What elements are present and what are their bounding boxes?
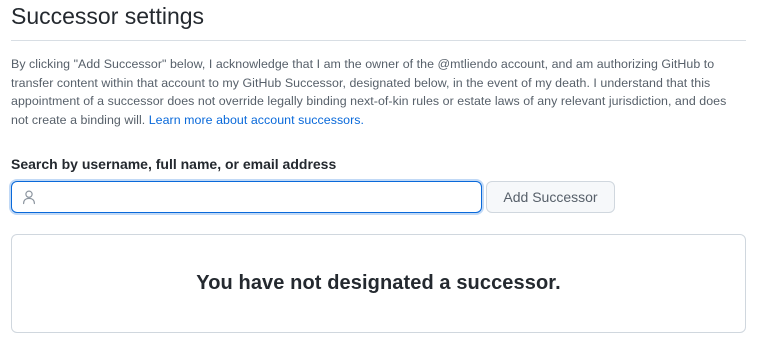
empty-state-message: You have not designated a successor.	[196, 272, 561, 294]
learn-more-link[interactable]: Learn more about account successors.	[149, 113, 364, 127]
page-title: Successor settings	[11, 0, 746, 41]
add-successor-button[interactable]: Add Successor	[486, 181, 615, 213]
search-input[interactable]	[42, 182, 472, 212]
successor-settings-section: Successor settings By clicking "Add Succ…	[11, 0, 746, 333]
search-row: Add Successor	[11, 181, 746, 213]
description-text: By clicking "Add Successor" below, I ack…	[11, 57, 727, 127]
search-label: Search by username, full name, or email …	[11, 156, 337, 172]
successor-description: By clicking "Add Successor" below, I ack…	[11, 55, 746, 129]
search-field[interactable]	[11, 181, 482, 213]
empty-state-box: You have not designated a successor.	[11, 234, 746, 333]
person-icon	[23, 190, 35, 205]
